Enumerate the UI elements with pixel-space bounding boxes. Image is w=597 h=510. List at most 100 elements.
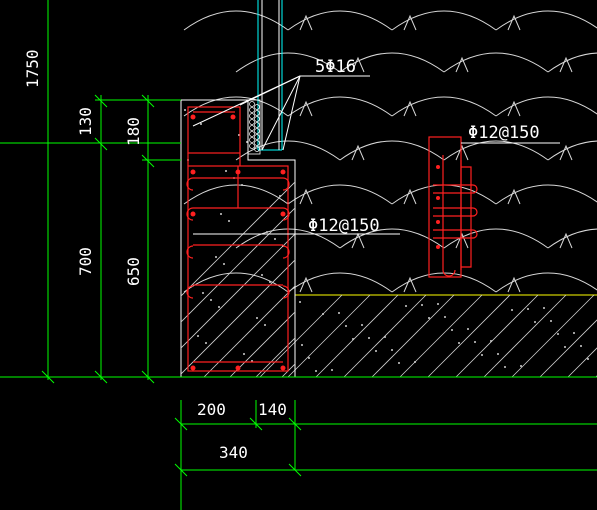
soil-tick <box>299 14 313 31</box>
soil-tick <box>507 14 521 31</box>
aggregate-dot <box>564 346 566 348</box>
aggregate-dot <box>391 349 393 351</box>
dim-left-lower: 700 <box>76 247 95 276</box>
aggregate-dot <box>543 307 545 309</box>
gravel-stone <box>254 128 260 134</box>
gravel-stone <box>249 107 255 113</box>
gravel-stone <box>249 113 255 119</box>
aggregate-dot <box>228 220 230 222</box>
aggregate-dot <box>587 358 589 360</box>
aggregate-dot <box>352 338 354 340</box>
aggregate-dot <box>315 370 317 372</box>
aggregate-dot <box>338 312 340 314</box>
gravel-stone <box>254 104 260 110</box>
aggregate-dot <box>451 329 453 331</box>
aggregate-dot <box>243 353 245 355</box>
aggregate-dot <box>414 361 416 363</box>
soil-tick <box>299 188 313 205</box>
aggregate-dot <box>550 320 552 322</box>
gravel-stone <box>249 101 255 107</box>
aggregate-dot <box>580 345 582 347</box>
dim-right-upper: 180 <box>124 117 143 146</box>
soil-scallop <box>547 140 597 161</box>
aggregate-dot <box>200 123 202 125</box>
dim-bottom-total: 340 <box>219 443 248 462</box>
soil-scallop <box>547 228 597 249</box>
aggregate-dot <box>225 170 227 172</box>
aggregate-dot <box>256 317 258 319</box>
aggregate-dot <box>444 316 446 318</box>
aggregate-dot <box>322 313 324 315</box>
gravel-stone <box>249 137 255 143</box>
aggregate-dot <box>345 325 347 327</box>
soil-tick <box>351 144 365 161</box>
aggregate-dot <box>428 317 430 319</box>
aggregate-dot <box>527 308 529 310</box>
dim-right-lower: 650 <box>124 257 143 286</box>
aggregate-dot <box>497 353 499 355</box>
gravel-stone <box>254 116 260 122</box>
aggregate-dot <box>467 328 469 330</box>
soil-scallop <box>495 96 597 117</box>
aggregate-dot <box>398 362 400 364</box>
soil-tick <box>507 100 521 117</box>
soil-tick <box>351 232 365 249</box>
soil-tick <box>299 276 313 293</box>
aggregate-dot <box>274 238 276 240</box>
aggregate-dot <box>279 195 281 197</box>
aggregate-dot <box>405 305 407 307</box>
aggregate-dot <box>474 341 476 343</box>
cad-drawing-canvas: 5Φ16 Φ12@150 Φ12@150 1750 130 700 180 65… <box>0 0 597 510</box>
soil-tick <box>507 188 521 205</box>
aggregate-dot <box>375 350 377 352</box>
aggregate-dot <box>266 231 268 233</box>
aggregate-dot <box>210 299 212 301</box>
aggregate-dot <box>504 366 506 368</box>
soil-tick <box>507 276 521 293</box>
soil-scallop <box>495 184 597 205</box>
soil-scallop <box>183 184 289 205</box>
stirrup-side-label: Φ12@150 <box>468 123 540 143</box>
top-bars-label: 5Φ16 <box>315 57 356 77</box>
soil-tick <box>559 56 573 73</box>
aggregate-dot <box>308 357 310 359</box>
aggregate-dot <box>184 109 186 111</box>
soil-tick <box>559 144 573 161</box>
soil-scallop <box>495 272 597 293</box>
soil-tick <box>403 188 417 205</box>
aggregate-dot <box>264 324 266 326</box>
aggregate-dot <box>331 369 333 371</box>
stirrup-detail <box>428 136 478 278</box>
aggregate-dot <box>215 256 217 258</box>
aggregate-dot <box>520 365 522 367</box>
aggregate-dot <box>220 213 222 215</box>
aggregate-dot <box>534 321 536 323</box>
soil-tick <box>455 144 469 161</box>
aggregate-dot <box>361 324 363 326</box>
gravel-stone <box>254 110 260 116</box>
aggregate-dot <box>299 301 301 303</box>
gravel-stone <box>249 131 255 137</box>
gravel-stone <box>249 143 255 149</box>
aggregate-dot <box>269 281 271 283</box>
dim-bottom-right: 140 <box>258 400 287 419</box>
aggregate-dot <box>490 340 492 342</box>
aggregate-dot <box>458 342 460 344</box>
aggregate-dot <box>223 263 225 265</box>
aggregate-dot <box>481 354 483 356</box>
aggregate-dot <box>511 309 513 311</box>
soil-scallop <box>183 10 289 31</box>
aggregate-dot <box>384 336 386 338</box>
aggregate-dot <box>421 304 423 306</box>
soil-tick <box>559 232 573 249</box>
soil-tick <box>455 232 469 249</box>
stirrup-detail-dots <box>436 165 440 249</box>
stirrup-mid-label: Φ12@150 <box>308 216 380 236</box>
dim-left-total: 1750 <box>23 49 42 88</box>
aggregate-dot <box>197 335 199 337</box>
gravel-stone <box>254 122 260 128</box>
aggregate-dot <box>301 344 303 346</box>
gravel-stone <box>249 125 255 131</box>
soil-tick <box>455 56 469 73</box>
aggregate-dot <box>241 184 243 186</box>
